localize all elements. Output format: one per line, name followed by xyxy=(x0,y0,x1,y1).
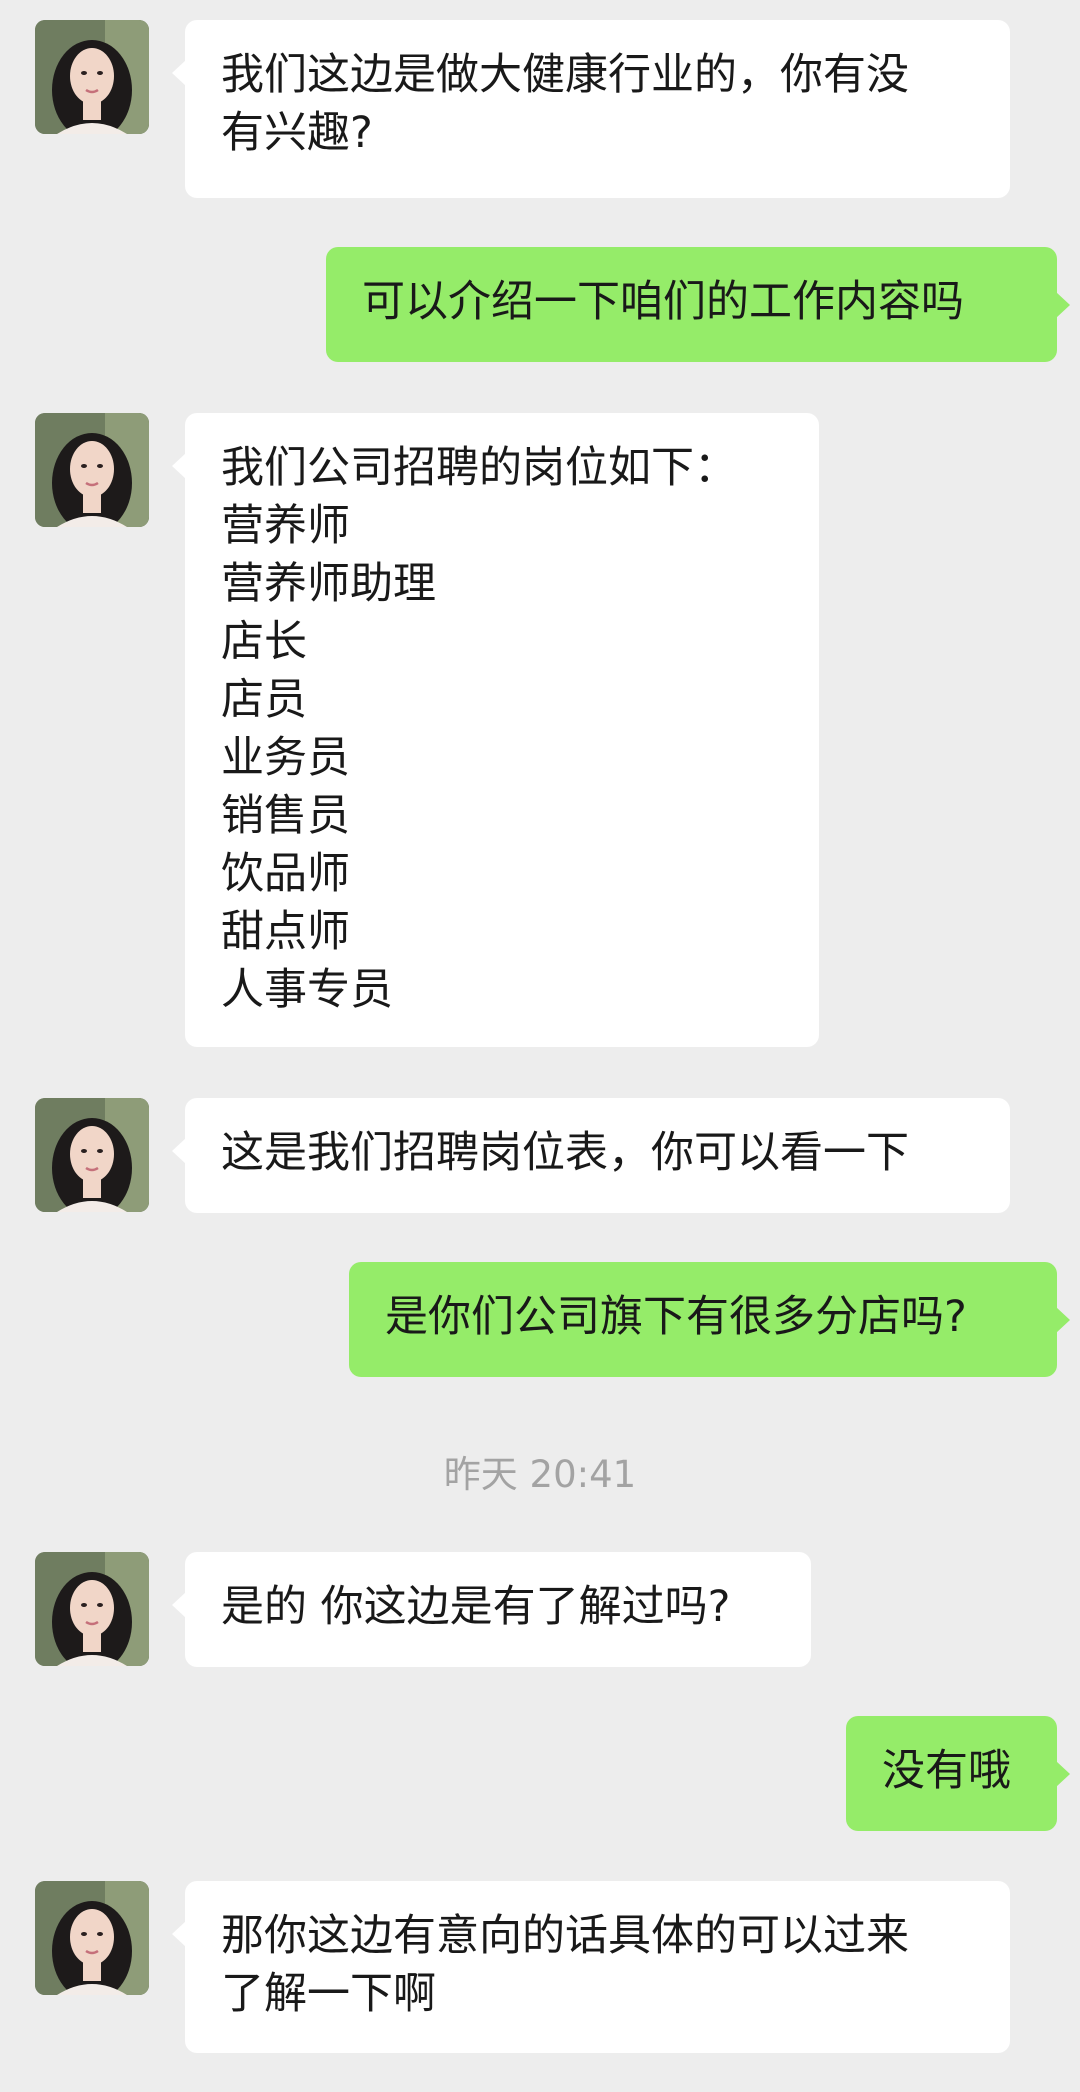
avatar-photo-icon xyxy=(35,1552,149,1666)
chat-window[interactable]: 我们这边是做大健康行业的，你有没 有兴趣? 可以介绍一下咱们的工作内容吗 我们公… xyxy=(0,0,1080,2092)
avatar-photo-icon xyxy=(35,20,149,134)
message-bubble-outgoing[interactable]: 可以介绍一下咱们的工作内容吗 xyxy=(326,247,1070,362)
message-bubble-incoming[interactable]: 我们这边是做大健康行业的，你有没 有兴趣? xyxy=(172,20,1010,198)
contact-avatar[interactable] xyxy=(35,413,149,527)
message-bubble-outgoing[interactable]: 没有哦 xyxy=(846,1716,1070,1831)
message-bubble-incoming[interactable]: 那你这边有意向的话具体的可以过来 了解一下啊 xyxy=(172,1881,1010,2053)
avatar-photo-icon xyxy=(35,413,149,527)
contact-avatar[interactable] xyxy=(35,1552,149,1666)
contact-avatar[interactable] xyxy=(35,1098,149,1212)
message-timestamp: 昨天 20:41 xyxy=(443,1453,637,1496)
avatar-photo-icon xyxy=(35,1881,149,1995)
contact-avatar[interactable] xyxy=(35,20,149,134)
message-bubble-outgoing[interactable]: 是你们公司旗下有很多分店吗? xyxy=(349,1262,1070,1377)
avatar-photo-icon xyxy=(35,1098,149,1212)
message-bubble-incoming[interactable]: 我们公司招聘的岗位如下： 营养师 营养师助理 店长 店员 业务员 销售员 饮品师… xyxy=(172,413,819,1047)
message-bubble-incoming[interactable]: 是的 你这边是有了解过吗? xyxy=(172,1552,811,1667)
contact-avatar[interactable] xyxy=(35,1881,149,1995)
message-bubble-incoming[interactable]: 这是我们招聘岗位表，你可以看一下 xyxy=(172,1098,1010,1213)
